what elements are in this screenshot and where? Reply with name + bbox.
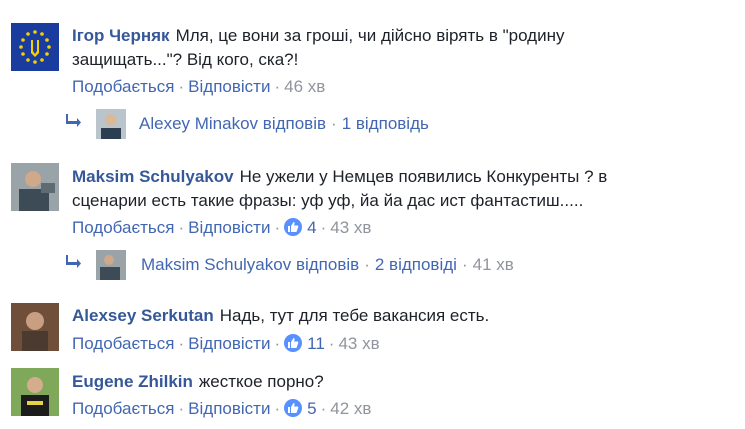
comment-author[interactable]: Ігор Черняк	[72, 26, 170, 45]
separator: ·	[178, 334, 185, 353]
likes-count[interactable]: 5	[307, 399, 316, 418]
separator: ·	[274, 334, 281, 353]
comment-actions: Подобається · Відповісти · 11 · 43 хв	[72, 334, 380, 354]
reply-count[interactable]: 1 відповідь	[342, 114, 429, 133]
reply-summary-text[interactable]: Maksim Schulyakov відповів · 2 відповіді · 4…	[141, 255, 514, 275]
comment-time[interactable]: 43 хв	[338, 334, 379, 353]
comment-author[interactable]: Alexsey Serkutan	[72, 306, 214, 325]
like-link[interactable]: Подобається	[72, 218, 175, 237]
comment-body: Maksim Schulyakov Не ужели у Немцев появи…	[72, 165, 649, 213]
user-photo-avatar	[96, 250, 126, 280]
reply-link[interactable]: Відповісти	[188, 334, 270, 353]
user-photo-avatar	[11, 368, 59, 416]
reply-arrow-icon	[66, 114, 81, 127]
like-link[interactable]: Подобається	[72, 334, 175, 353]
comment-text: жесткое порно?	[198, 372, 324, 391]
reply-summary-text[interactable]: Alexey Minakov відповів · 1 відповідь	[139, 114, 429, 134]
comment-time[interactable]: 46 хв	[284, 77, 325, 96]
separator: ·	[274, 218, 281, 237]
like-thumb-icon	[284, 218, 303, 236]
reply-author[interactable]: Maksim Schulyakov	[141, 255, 291, 274]
comment-text: Надь, тут для тебе вакансия есть.	[219, 306, 490, 325]
comment-time[interactable]: 43 хв	[330, 218, 371, 237]
comment-actions: Подобається · Відповісти · 5 · 42 хв	[72, 399, 371, 419]
like-thumb-icon	[284, 334, 303, 352]
separator: ·	[178, 218, 185, 237]
reply-time[interactable]: 41 хв	[473, 255, 514, 274]
likes-count[interactable]: 4	[307, 218, 316, 237]
reply-action: відповів	[262, 114, 327, 133]
comment-body: Ігор Черняк Мля, це вони за гроші, чи дій…	[72, 24, 649, 72]
user-photo-avatar	[11, 163, 59, 211]
comment-body: Alexsey Serkutan Надь, тут для тебе вакан…	[72, 304, 649, 328]
like-link[interactable]: Подобається	[72, 399, 175, 418]
separator: ·	[331, 114, 337, 133]
comment-body: Eugene Zhilkin жесткое порно?	[72, 370, 649, 394]
comment-actions: Подобається · Відповісти · 4 · 43 хв	[72, 218, 371, 238]
comment-time[interactable]: 42 хв	[330, 399, 371, 418]
separator: ·	[461, 255, 468, 274]
reply-link[interactable]: Відповісти	[188, 399, 270, 418]
like-thumb-icon	[284, 399, 303, 417]
separator: ·	[178, 77, 185, 96]
reply-link[interactable]: Відповісти	[188, 77, 270, 96]
reply-avatar	[96, 109, 126, 139]
avatar[interactable]	[11, 163, 59, 211]
comment-author[interactable]: Eugene Zhilkin	[72, 372, 193, 391]
avatar[interactable]	[11, 303, 59, 351]
separator: ·	[320, 399, 327, 418]
reply-count[interactable]: 2 відповіді	[375, 255, 457, 274]
comment-author[interactable]: Maksim Schulyakov	[72, 167, 234, 186]
reply-action: відповів	[295, 255, 360, 274]
comment-actions: Подобається · Відповісти · 46 хв	[72, 77, 325, 97]
reply-link[interactable]: Відповісти	[188, 218, 270, 237]
eu-ukraine-flag-avatar	[11, 23, 59, 71]
user-photo-avatar	[96, 109, 126, 139]
separator: ·	[320, 218, 327, 237]
user-photo-avatar	[11, 303, 59, 351]
reply-arrow-icon	[66, 255, 81, 268]
separator: ·	[178, 399, 185, 418]
likes-count[interactable]: 11	[307, 334, 325, 353]
separator: ·	[274, 399, 281, 418]
like-link[interactable]: Подобається	[72, 77, 175, 96]
avatar[interactable]	[11, 368, 59, 416]
separator: ·	[364, 255, 370, 274]
avatar[interactable]	[11, 23, 59, 71]
reply-avatar	[96, 250, 126, 280]
reply-author[interactable]: Alexey Minakov	[139, 114, 258, 133]
separator: ·	[274, 77, 281, 96]
separator: ·	[328, 334, 335, 353]
